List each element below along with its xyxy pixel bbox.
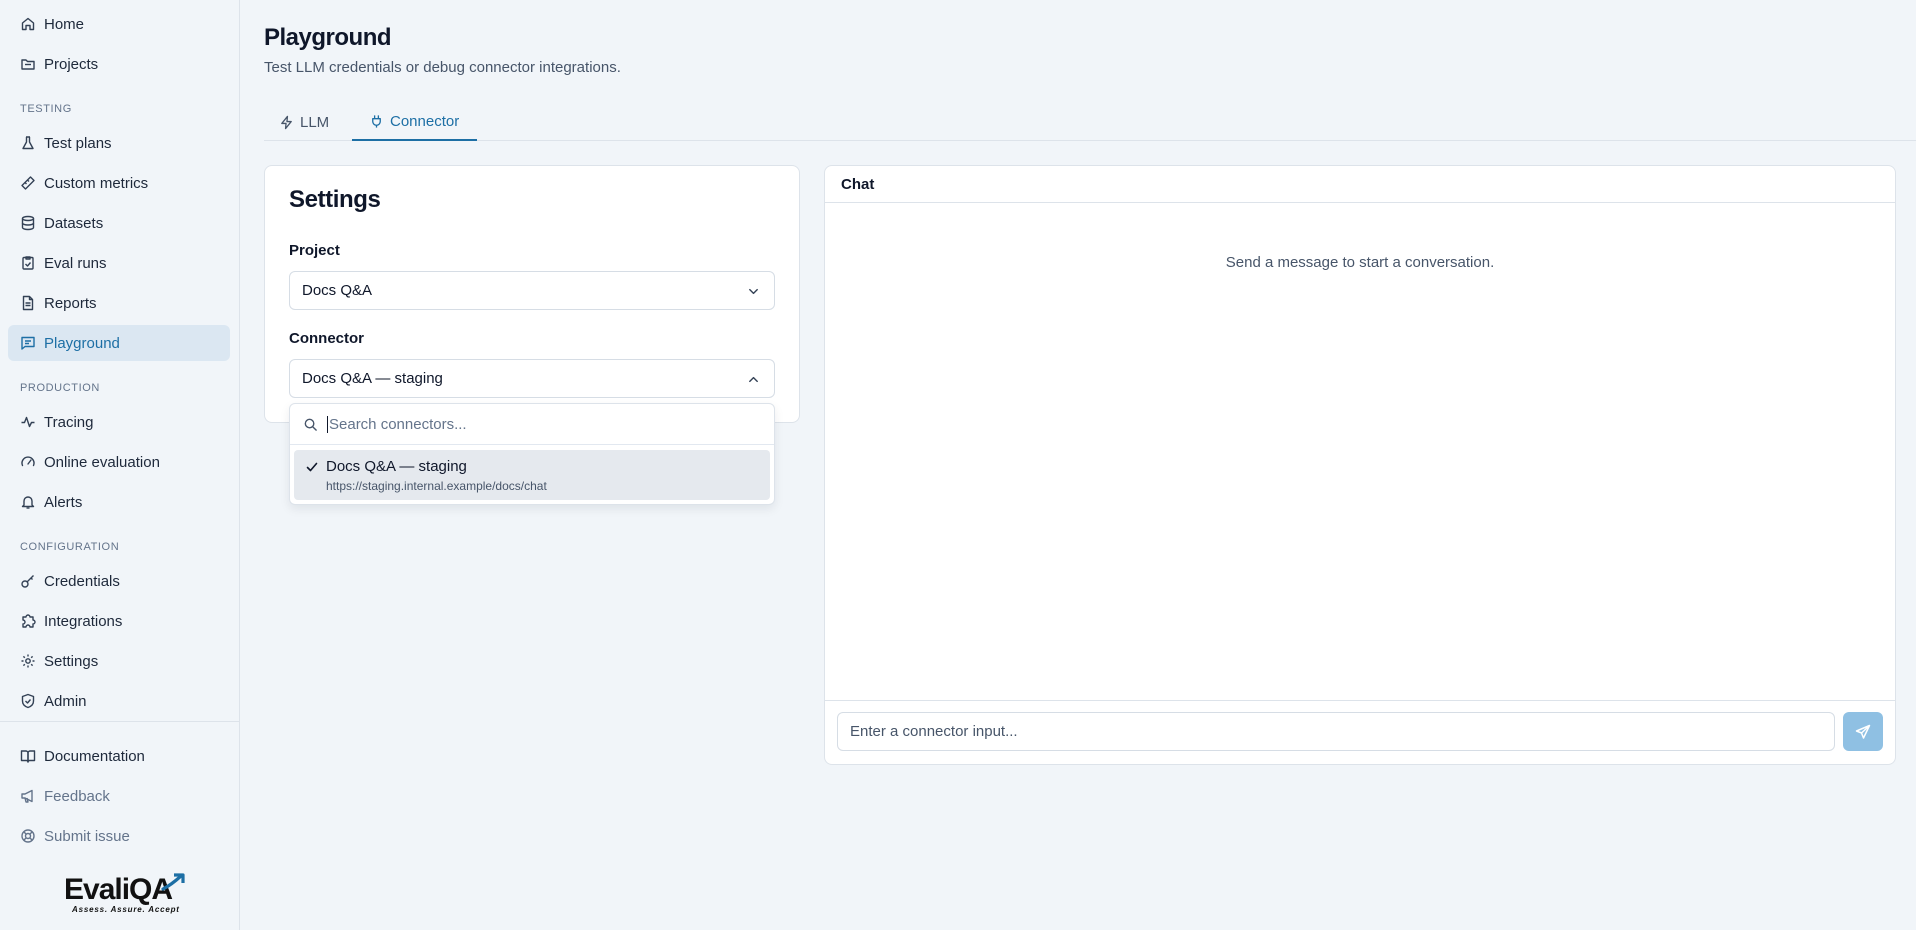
bell-icon xyxy=(20,494,36,510)
tab-label: Connector xyxy=(390,113,460,130)
chevron-down-icon xyxy=(747,285,760,298)
sidebar-item-custom-metrics[interactable]: Custom metrics xyxy=(8,165,230,201)
page-subtitle: Test LLM credentials or debug connector … xyxy=(264,59,621,76)
sidebar-item-label: Playground xyxy=(44,334,120,352)
sidebar-item-tracing[interactable]: Tracing xyxy=(8,404,230,440)
option-name: Docs Q&A — staging xyxy=(326,458,467,475)
settings-title: Settings xyxy=(289,186,381,213)
sidebar-item-label: Submit issue xyxy=(44,827,130,845)
sidebar-item-settings[interactable]: Settings xyxy=(8,643,230,679)
tab-llm[interactable]: LLM xyxy=(264,104,352,141)
sidebar-item-documentation[interactable]: Documentation xyxy=(8,738,230,774)
sidebar-item-feedback[interactable]: Feedback xyxy=(8,778,230,814)
sidebar-item-label: Reports xyxy=(44,294,97,312)
tab-bar: LLM Connector xyxy=(264,104,1916,141)
settings-card: Settings Project Docs Q&A Connector Docs… xyxy=(264,165,800,423)
sidebar-item-label: Online evaluation xyxy=(44,453,160,471)
database-icon xyxy=(20,215,36,231)
sidebar-item-label: Projects xyxy=(44,55,99,73)
sidebar-item-label: Datasets xyxy=(44,214,104,232)
sidebar-divider xyxy=(0,721,240,722)
chat-footer-divider xyxy=(825,700,1895,701)
sidebar-item-playground[interactable]: Playground xyxy=(8,325,230,361)
sidebar-item-label: Home xyxy=(44,15,85,33)
send-icon xyxy=(1855,724,1871,740)
sidebar-item-label: Credentials xyxy=(44,572,120,590)
tab-label: LLM xyxy=(300,114,330,131)
folder-icon xyxy=(20,56,36,72)
logo-arrow-icon xyxy=(161,873,185,891)
connector-label: Connector xyxy=(289,330,364,347)
sidebar-item-label: Feedback xyxy=(44,787,110,805)
sidebar-item-online-evaluation[interactable]: Online evaluation xyxy=(8,444,230,480)
activity-icon xyxy=(20,414,36,430)
chat-card: Chat Send a message to start a conversat… xyxy=(824,165,1896,765)
chat-empty-state: Send a message to start a conversation. xyxy=(1225,254,1495,271)
connector-search-input[interactable] xyxy=(327,415,747,433)
connector-dropdown: Docs Q&A — staging https://staging.inter… xyxy=(289,403,775,505)
check-icon xyxy=(305,460,319,474)
lifebuoy-icon xyxy=(20,828,36,844)
megaphone-icon xyxy=(20,788,36,804)
logo-wordmark: EvaliQA xyxy=(64,873,173,906)
shield-check-icon xyxy=(20,693,36,709)
sidebar-item-label: Admin xyxy=(44,692,87,710)
ruler-icon xyxy=(20,175,36,191)
project-select[interactable]: Docs Q&A xyxy=(289,271,775,310)
sidebar-item-datasets[interactable]: Datasets xyxy=(8,205,230,241)
chat-header: Chat xyxy=(825,166,1895,203)
flask-icon xyxy=(20,135,36,151)
chevron-up-icon xyxy=(747,373,760,386)
sidebar-item-admin[interactable]: Admin xyxy=(8,683,230,719)
sidebar-item-submit-issue[interactable]: Submit issue xyxy=(8,818,230,854)
sidebar-item-label: Documentation xyxy=(44,747,145,765)
brand-logo: EvaliQA Assess. Assure. Accept xyxy=(64,873,188,923)
section-label-configuration: CONFIGURATION xyxy=(20,541,120,553)
sidebar-item-credentials[interactable]: Credentials xyxy=(8,563,230,599)
home-icon xyxy=(20,16,36,32)
project-select-value: Docs Q&A xyxy=(302,282,373,299)
sidebar-item-label: Integrations xyxy=(44,612,123,630)
sidebar-item-integrations[interactable]: Integrations xyxy=(8,603,230,639)
gauge-icon xyxy=(20,454,36,470)
sidebar-item-label: Test plans xyxy=(44,134,112,152)
sidebar: Home Projects TESTING Test plans Custom … xyxy=(0,0,240,930)
logo-tagline: Assess. Assure. Accept xyxy=(72,905,180,914)
message-square-icon xyxy=(20,335,36,351)
dropdown-search xyxy=(290,404,774,445)
sidebar-item-eval-runs[interactable]: Eval runs xyxy=(8,245,230,281)
option-url: https://staging.internal.example/docs/ch… xyxy=(326,479,547,493)
project-label: Project xyxy=(289,242,340,259)
sidebar-item-label: Tracing xyxy=(44,413,94,431)
sidebar-item-reports[interactable]: Reports xyxy=(8,285,230,321)
sidebar-item-test-plans[interactable]: Test plans xyxy=(8,125,230,161)
book-icon xyxy=(20,748,36,764)
sidebar-item-alerts[interactable]: Alerts xyxy=(8,484,230,520)
sidebar-item-label: Eval runs xyxy=(44,254,107,272)
connector-select-value: Docs Q&A — staging xyxy=(302,370,443,387)
page-title: Playground xyxy=(264,24,392,51)
connector-input-field[interactable] xyxy=(837,712,1835,751)
tab-connector[interactable]: Connector xyxy=(352,104,477,141)
send-button[interactable] xyxy=(1843,712,1883,751)
dropdown-option-docs-qa-staging[interactable]: Docs Q&A — staging https://staging.inter… xyxy=(294,450,770,500)
clipboard-check-icon xyxy=(20,255,36,271)
connector-select[interactable]: Docs Q&A — staging xyxy=(289,359,775,398)
search-icon xyxy=(303,417,318,432)
puzzle-icon xyxy=(20,613,36,629)
sidebar-item-home[interactable]: Home xyxy=(8,6,230,42)
key-icon xyxy=(20,573,36,589)
sidebar-item-label: Alerts xyxy=(44,493,83,511)
sidebar-item-projects[interactable]: Projects xyxy=(8,46,230,82)
gear-icon xyxy=(20,653,36,669)
zap-icon xyxy=(279,115,294,130)
sidebar-item-label: Settings xyxy=(44,652,99,670)
section-label-testing: TESTING xyxy=(20,103,72,115)
sidebar-item-label: Custom metrics xyxy=(44,174,149,192)
section-label-production: PRODUCTION xyxy=(20,382,100,394)
plug-icon xyxy=(369,114,384,129)
file-text-icon xyxy=(20,295,36,311)
